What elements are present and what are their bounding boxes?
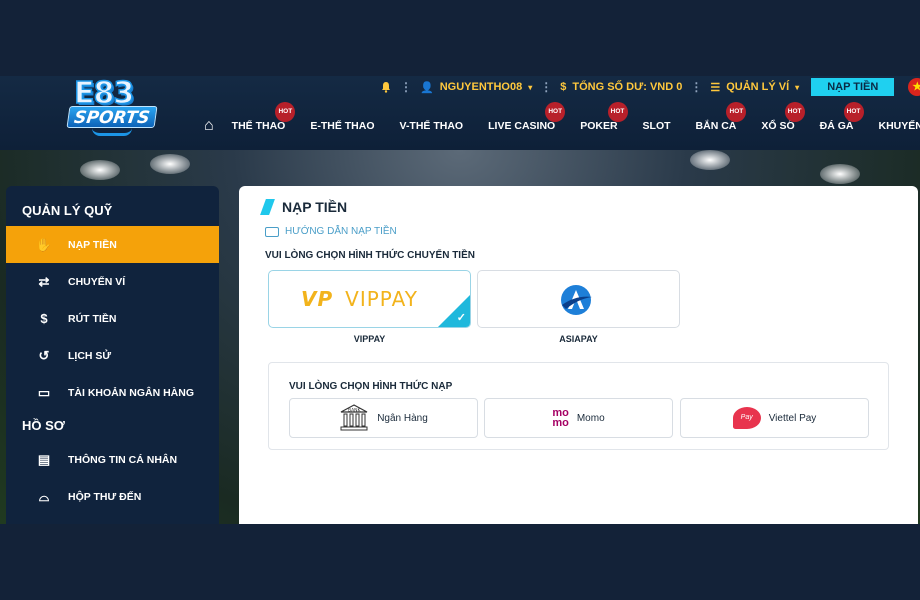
- deposit-button[interactable]: NẠP TIỀN: [811, 78, 895, 96]
- hot-badge: HOT: [726, 102, 747, 122]
- sidebar-item-label: CHUYỂN VÍ: [68, 275, 126, 288]
- balance-text: TỔNG SỐ DƯ: VND 0: [572, 81, 683, 93]
- deposit-method-momo[interactable]: mo mo Momo: [484, 398, 673, 438]
- sidebar-item-label: NẠP TIỀN: [68, 238, 117, 251]
- deposit-method-name: Momo: [576, 412, 605, 424]
- username-dropdown[interactable]: NGUYENTHO08: [440, 81, 523, 93]
- vippay-logo: VP VIPPAY: [301, 287, 418, 311]
- asiapay-logo-icon: [561, 285, 592, 315]
- hot-badge: HOT: [843, 102, 864, 122]
- sidebar-item-label: TÀI KHOẢN NGÂN HÀNG: [68, 386, 194, 399]
- transfer-method-name: ASIAPAY: [559, 334, 598, 344]
- deposit-method-name: Ngân Hàng: [377, 412, 428, 424]
- deposit-method-viettel-pay[interactable]: Pay Viettel Pay: [680, 398, 869, 438]
- nav-item-v-the-thao[interactable]: V-THỂ THAO: [400, 120, 464, 132]
- check-icon: ✓: [456, 312, 466, 324]
- hot-badge: HOT: [784, 102, 805, 122]
- sidebar-item-label: HỘP THƯ ĐẾN: [68, 490, 142, 503]
- page-footer-area: [0, 524, 920, 600]
- top-account-bar: ⋮ 👤 NGUYENTHO08 ▾ ⋮ $ TỔNG SỐ DƯ: VND 0 …: [380, 78, 920, 96]
- sidebar-item-deposit[interactable]: ✋ NẠP TIỀN: [6, 226, 219, 263]
- sidebar-item-transfer[interactable]: ⇄ CHUYỂN VÍ: [6, 263, 219, 300]
- inbox-icon: ⌓: [38, 488, 50, 504]
- wallet-menu[interactable]: QUẢN LÝ VÍ: [726, 81, 789, 93]
- svg-text:BANK: BANK: [348, 408, 362, 414]
- bell-icon[interactable]: [380, 81, 392, 93]
- nav-item-live-casino[interactable]: LIVE CASINO HOT: [488, 102, 566, 132]
- deposit-method-box: VUI LÒNG CHỌN HÌNH THỨC NẠP BANK Ngân Hà…: [268, 362, 889, 450]
- history-icon: ↺: [38, 347, 50, 363]
- account-sidebar: QUẢN LÝ QUỸ ✋ NẠP TIỀN ⇄ CHUYỂN VÍ $ RÚT…: [6, 186, 219, 524]
- nav-item-ban-ca[interactable]: BẮN CÁ HOT: [696, 102, 747, 132]
- site-header: E83 SPORTS ⋮ 👤 NGUYENTHO08 ▾ ⋮ $ TỔNG SỐ…: [0, 75, 920, 150]
- page-title-text: NẠP TIỀN: [282, 199, 348, 215]
- separator-dots: ⋮: [400, 80, 412, 94]
- deposit-method-label: VUI LÒNG CHỌN HÌNH THỨC NẠP: [289, 381, 453, 392]
- sidebar-item-label: THÔNG TIN CÁ NHÂN: [68, 453, 178, 466]
- transfer-icon: ⇄: [38, 273, 50, 289]
- sidebar-item-label: LỊCH SỬ: [68, 349, 112, 362]
- bank-building-icon: BANK: [340, 404, 368, 431]
- sidebar-section-fund: QUẢN LÝ QUỸ: [22, 203, 113, 218]
- nav-item-the-thao[interactable]: THỂ THAO HOT: [232, 102, 296, 132]
- hot-badge: HOT: [275, 102, 296, 122]
- stadium-light: [80, 160, 120, 180]
- momo-icon: mo mo: [552, 407, 569, 429]
- sidebar-item-history[interactable]: ↺ LỊCH SỬ: [6, 337, 219, 374]
- viettel-pay-icon: Pay: [732, 407, 761, 429]
- stadium-light: [820, 164, 860, 184]
- transfer-method-vippay[interactable]: VP VIPPAY ✓: [268, 270, 471, 328]
- separator-dots: ⋮: [540, 80, 553, 94]
- nav-item-khuyen-mai[interactable]: KHUYẾN MÃI: [879, 120, 920, 132]
- dollar-icon: $: [40, 311, 48, 326]
- guide-icon: [265, 226, 279, 237]
- chevron-down-icon[interactable]: ▾: [528, 83, 532, 92]
- separator-dots: ⋮: [690, 80, 703, 94]
- bank-card-icon: ▭: [37, 384, 51, 400]
- deposit-panel: NẠP TIỀN HƯỚNG DẪN NẠP TIỀN VUI LÒNG CHỌ…: [239, 186, 918, 524]
- deposit-method-bank[interactable]: BANK Ngân Hàng: [289, 398, 478, 438]
- sidebar-item-inbox[interactable]: ⌓ HỘP THƯ ĐẾN: [6, 478, 219, 515]
- nav-item-xo-so[interactable]: XỔ SỐ HOT: [761, 102, 805, 132]
- dollar-icon: $: [560, 81, 567, 93]
- sidebar-item-withdraw[interactable]: $ RÚT TIỀN: [6, 300, 219, 337]
- title-accent-bar: [260, 199, 275, 215]
- hand-coin-icon: ✋: [35, 236, 53, 252]
- nav-item-poker[interactable]: POKER HOT: [580, 102, 628, 132]
- chevron-down-icon[interactable]: ▾: [795, 83, 799, 92]
- stadium-light: [150, 154, 190, 174]
- transfer-method-name: VIPPAY: [353, 334, 386, 344]
- menu-icon: ☰: [710, 81, 721, 94]
- nav-item-e-the-thao[interactable]: E-THỂ THAO: [310, 120, 374, 132]
- sidebar-section-profile: HỒ SƠ: [22, 418, 65, 433]
- id-card-icon: ▤: [37, 451, 51, 467]
- deposit-method-name: Viettel Pay: [768, 412, 817, 424]
- sidebar-item-label: RÚT TIỀN: [68, 312, 117, 325]
- transfer-method-label: VUI LÒNG CHỌN HÌNH THỨC CHUYỂN TIỀN: [265, 250, 475, 261]
- user-icon: 👤: [420, 81, 434, 94]
- site-logo[interactable]: E83 SPORTS: [66, 75, 158, 142]
- hot-badge: HOT: [607, 102, 628, 122]
- page-title: NẠP TIỀN: [260, 199, 348, 215]
- vietnam-flag-icon[interactable]: ★: [908, 78, 920, 96]
- hot-badge: HOT: [545, 102, 566, 122]
- logo-bottom-text: SPORTS: [66, 106, 158, 128]
- nav-item-slot[interactable]: SLOT: [643, 120, 671, 132]
- sidebar-item-profile-info[interactable]: ▤ THÔNG TIN CÁ NHÂN: [6, 441, 219, 478]
- transfer-method-asiapay[interactable]: [477, 270, 680, 328]
- home-icon[interactable]: ⌂: [204, 117, 214, 135]
- main-nav: ⌂ THỂ THAO HOT E-THỂ THAO V-THỂ THAO LIVE…: [204, 102, 920, 136]
- guide-link-text: HƯỚNG DẪN NẠP TIỀN: [285, 226, 397, 237]
- sidebar-item-bank-account[interactable]: ▭ TÀI KHOẢN NGÂN HÀNG: [6, 374, 219, 411]
- deposit-guide-link[interactable]: HƯỚNG DẪN NẠP TIỀN: [265, 226, 397, 237]
- nav-item-da-ga[interactable]: ĐÁ GÀ HOT: [820, 102, 864, 132]
- stadium-light: [690, 150, 730, 170]
- logo-chevron: [92, 128, 132, 136]
